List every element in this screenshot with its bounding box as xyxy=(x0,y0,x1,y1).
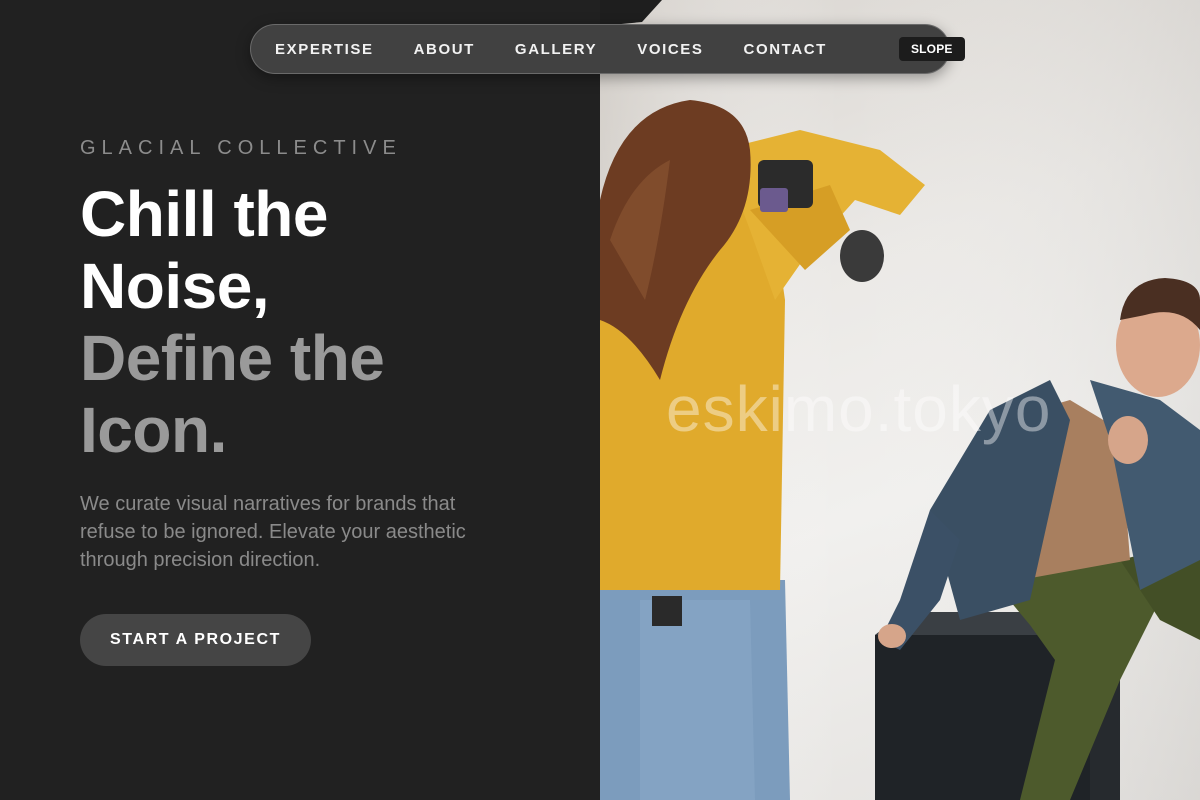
watermark-text: eskimo.tokyo xyxy=(666,373,1052,445)
headline-line-2: Noise, xyxy=(80,250,270,322)
nav-link-about[interactable]: ABOUT xyxy=(414,41,475,58)
nav-link-gallery[interactable]: GALLERY xyxy=(515,41,597,58)
nav-link-contact[interactable]: CONTACT xyxy=(744,41,827,58)
headline-line-1: Chill the xyxy=(80,178,328,250)
nav-link-voices[interactable]: VOICES xyxy=(637,41,703,58)
brand-badge[interactable]: SLOPE xyxy=(898,37,965,61)
main-nav: EXPERTISE ABOUT GALLERY VOICES CONTACT S… xyxy=(250,24,965,74)
hero-eyebrow: GLACIAL COLLECTIVE xyxy=(80,137,402,159)
headline-line-3: Define the xyxy=(80,322,385,394)
hero-left-panel: GLACIAL COLLECTIVE Chill the Noise, Defi… xyxy=(0,0,600,800)
hero-description: We curate visual narratives for brands t… xyxy=(80,493,466,571)
nav-link-expertise[interactable]: EXPERTISE xyxy=(275,41,374,58)
hero-photo: eskimo.tokyo xyxy=(600,0,1200,800)
headline-line-4: Icon. xyxy=(80,394,227,466)
hero-headline: Chill the Noise, Define the Icon. xyxy=(80,178,385,466)
start-project-button[interactable]: START A PROJECT xyxy=(80,614,311,666)
